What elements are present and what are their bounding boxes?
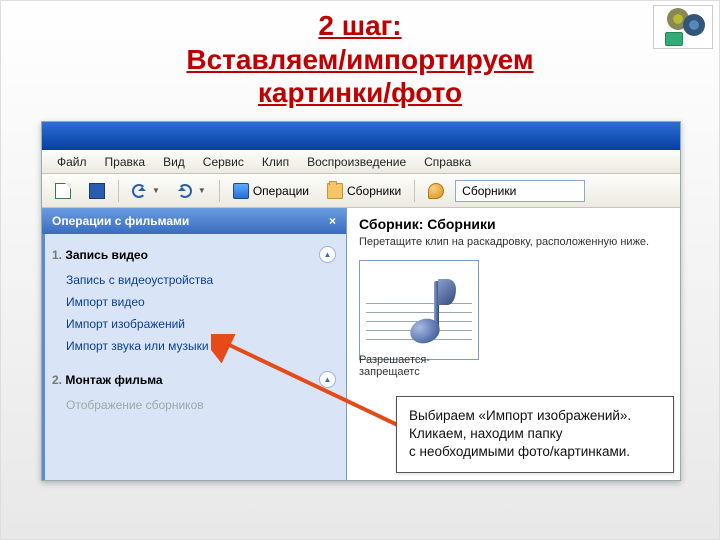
- undo-icon: [132, 184, 146, 198]
- link-show-collections: Отображение сборников: [52, 394, 336, 416]
- save-button[interactable]: [82, 178, 112, 204]
- link-import-video[interactable]: Импорт видео: [52, 291, 336, 313]
- palette-icon: [428, 183, 444, 199]
- collections-label: Сборники: [347, 184, 401, 198]
- link-capture-device[interactable]: Запись с видеоустройства: [52, 269, 336, 291]
- redo-button[interactable]: ▼: [171, 178, 213, 204]
- collection-combo[interactable]: Сборники: [455, 180, 585, 202]
- menu-playback[interactable]: Воспроизведение: [298, 155, 415, 169]
- operations-label: Операции: [253, 184, 309, 198]
- toolbar: ▼ ▼ Операции Сборники Сборники: [42, 174, 680, 208]
- operations-icon: [233, 183, 249, 199]
- music-note-icon: [410, 277, 454, 347]
- dropdown-icon: ▼: [198, 186, 206, 195]
- menu-view[interactable]: Вид: [154, 155, 194, 169]
- redo-icon: [178, 184, 192, 198]
- link-import-audio[interactable]: Импорт звука или музыки: [52, 335, 336, 357]
- collection-hint: Перетащите клип на раскадровку, располож…: [359, 236, 668, 248]
- section-record-video[interactable]: 1. Запись видео ▲: [52, 240, 336, 269]
- menu-file[interactable]: Файл: [48, 155, 96, 169]
- callout-line1: Выбираем «Импорт изображений».: [409, 408, 631, 423]
- dropdown-icon: ▼: [152, 186, 160, 195]
- document-icon: [55, 183, 71, 199]
- close-icon[interactable]: ×: [329, 214, 336, 228]
- operations-button[interactable]: Операции: [226, 178, 316, 204]
- heading-line2: Вставляем/импортируем: [186, 44, 533, 75]
- section1-label: Запись видео: [65, 248, 148, 262]
- link-import-images[interactable]: Импорт изображений: [52, 313, 336, 335]
- separator: [118, 180, 119, 202]
- menubar: Файл Правка Вид Сервис Клип Воспроизведе…: [42, 150, 680, 174]
- clip-thumbnail[interactable]: [359, 260, 479, 360]
- save-icon: [89, 183, 105, 199]
- menu-help[interactable]: Справка: [415, 155, 480, 169]
- section-edit-movie[interactable]: 2. Монтаж фильма ▲: [52, 365, 336, 394]
- section2-num: 2.: [52, 373, 62, 387]
- heading-line3: картинки/фото: [258, 77, 462, 108]
- task-pane-title: Операции с фильмами: [52, 214, 189, 228]
- section1-num: 1.: [52, 248, 62, 262]
- menu-tools[interactable]: Сервис: [194, 155, 253, 169]
- heading-line1: 2 шаг:: [318, 10, 401, 41]
- titlebar: [42, 122, 680, 150]
- combo-value: Сборники: [462, 184, 516, 198]
- chevron-up-icon[interactable]: ▲: [319, 246, 336, 263]
- collections-button[interactable]: Сборники: [320, 178, 408, 204]
- new-button[interactable]: [48, 178, 78, 204]
- instruction-callout: Выбираем «Импорт изображений». Кликаем, …: [396, 396, 674, 473]
- slide-heading: 2 шаг: Вставляем/импортируем картинки/фо…: [1, 9, 719, 110]
- clip-label: Разрешается-запрещаетс: [359, 354, 479, 378]
- callout-line3: с необходимыми фото/картинками.: [409, 444, 630, 459]
- movie-maker-icon: [653, 5, 713, 49]
- collection-title: Сборник: Сборники: [359, 216, 668, 232]
- task-pane-header: Операции с фильмами ×: [42, 208, 346, 234]
- slide: 2 шаг: Вставляем/импортируем картинки/фо…: [0, 0, 720, 540]
- task-pane: Операции с фильмами × 1. Запись видео ▲ …: [42, 208, 347, 480]
- separator: [414, 180, 415, 202]
- separator: [219, 180, 220, 202]
- palette-button[interactable]: [421, 178, 451, 204]
- menu-clip[interactable]: Клип: [253, 155, 298, 169]
- section2-label: Монтаж фильма: [65, 373, 162, 387]
- callout-line2: Кликаем, находим папку: [409, 426, 562, 441]
- undo-button[interactable]: ▼: [125, 178, 167, 204]
- menu-edit[interactable]: Правка: [96, 155, 155, 169]
- chevron-up-icon[interactable]: ▲: [319, 371, 336, 388]
- folder-icon: [327, 183, 343, 199]
